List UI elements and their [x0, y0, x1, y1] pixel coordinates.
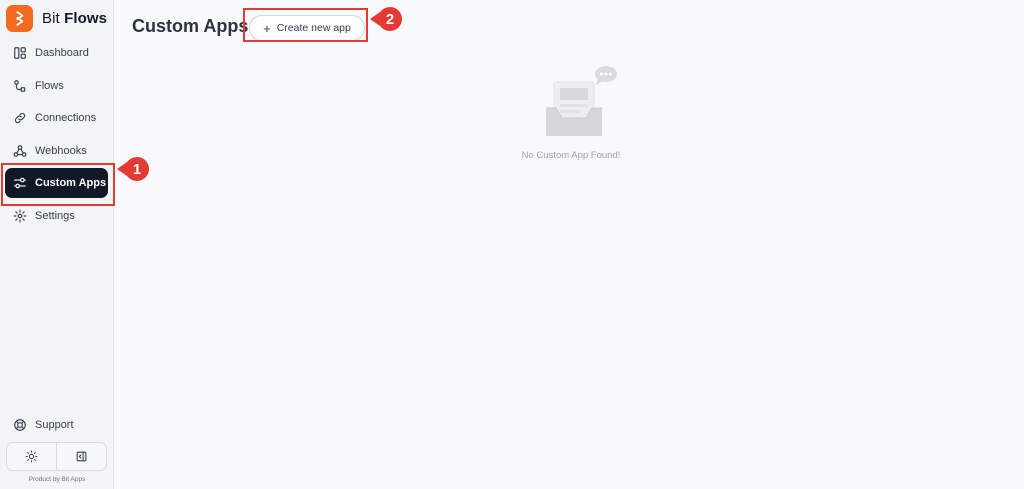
- sidebar-item-label: Connections: [35, 112, 97, 124]
- lifebuoy-icon: [14, 419, 26, 431]
- brand-name: Bit Flows: [42, 10, 107, 27]
- sidebar-item-label: Webhooks: [35, 144, 87, 157]
- page-title: Custom Apps: [132, 16, 249, 36]
- empty-inbox-icon: [546, 66, 617, 136]
- theme-toggle-button[interactable]: [7, 443, 56, 470]
- sidebar: Bit Flows Dashboard Flows Connections We…: [0, 0, 114, 489]
- link-icon: [14, 112, 26, 124]
- plus-icon: +: [263, 20, 271, 36]
- collapse-sidebar-button[interactable]: [56, 443, 106, 470]
- callout-2: 2: [370, 7, 402, 31]
- sidebar-item-webhooks[interactable]: Webhooks: [5, 136, 108, 166]
- sidebar-item-label: Custom Apps: [35, 177, 107, 189]
- chat-bubble-icon: [595, 66, 617, 85]
- callout-badge-2: 2: [378, 7, 402, 31]
- sidebar-collapse-icon: [76, 451, 87, 462]
- app-root: Bit Flows Dashboard Flows Connections We…: [0, 0, 1024, 489]
- create-new-app-button[interactable]: + Create new app: [249, 15, 365, 41]
- brand-name-regular: Bit: [42, 10, 60, 27]
- dashboard-icon: [14, 47, 26, 59]
- inbox-tray: [546, 81, 602, 136]
- brand-name-bold: Flows: [64, 10, 108, 27]
- callout-badge-1: 1: [125, 157, 149, 181]
- sidebar-item-settings[interactable]: Settings: [5, 201, 108, 231]
- bit-flows-logo-icon: [6, 5, 33, 32]
- main-content: Custom Apps + Create new app No Custom A…: [114, 0, 1024, 489]
- empty-state-message: No Custom App Found!: [521, 150, 621, 161]
- callout-1: 1: [117, 157, 149, 181]
- sidebar-item-support[interactable]: Support: [5, 410, 108, 440]
- flows-icon: [14, 79, 26, 92]
- sidebar-item-label: Settings: [35, 209, 75, 222]
- sidebar-item-label: Flows: [35, 79, 64, 92]
- sidebar-item-label: Dashboard: [35, 47, 89, 59]
- sidebar-toggle-bar: [6, 442, 107, 471]
- sidebar-item-dashboard[interactable]: Dashboard: [5, 38, 108, 68]
- product-by-footer: Product by Bit Apps: [28, 476, 86, 483]
- sidebar-item-custom-apps[interactable]: Custom Apps: [5, 168, 108, 198]
- sun-icon: [25, 450, 38, 463]
- sliders-icon: [14, 177, 26, 189]
- gear-icon: [13, 209, 27, 222]
- brand[interactable]: Bit Flows: [6, 5, 107, 32]
- sidebar-item-connections[interactable]: Connections: [5, 103, 108, 133]
- sidebar-item-flows[interactable]: Flows: [5, 71, 108, 101]
- create-new-app-label: Create new app: [276, 22, 351, 34]
- sidebar-item-label: Support: [35, 419, 74, 431]
- sidebar-nav: Dashboard Flows Connections Webhooks Cus…: [5, 38, 108, 233]
- webhook-icon: [13, 144, 27, 157]
